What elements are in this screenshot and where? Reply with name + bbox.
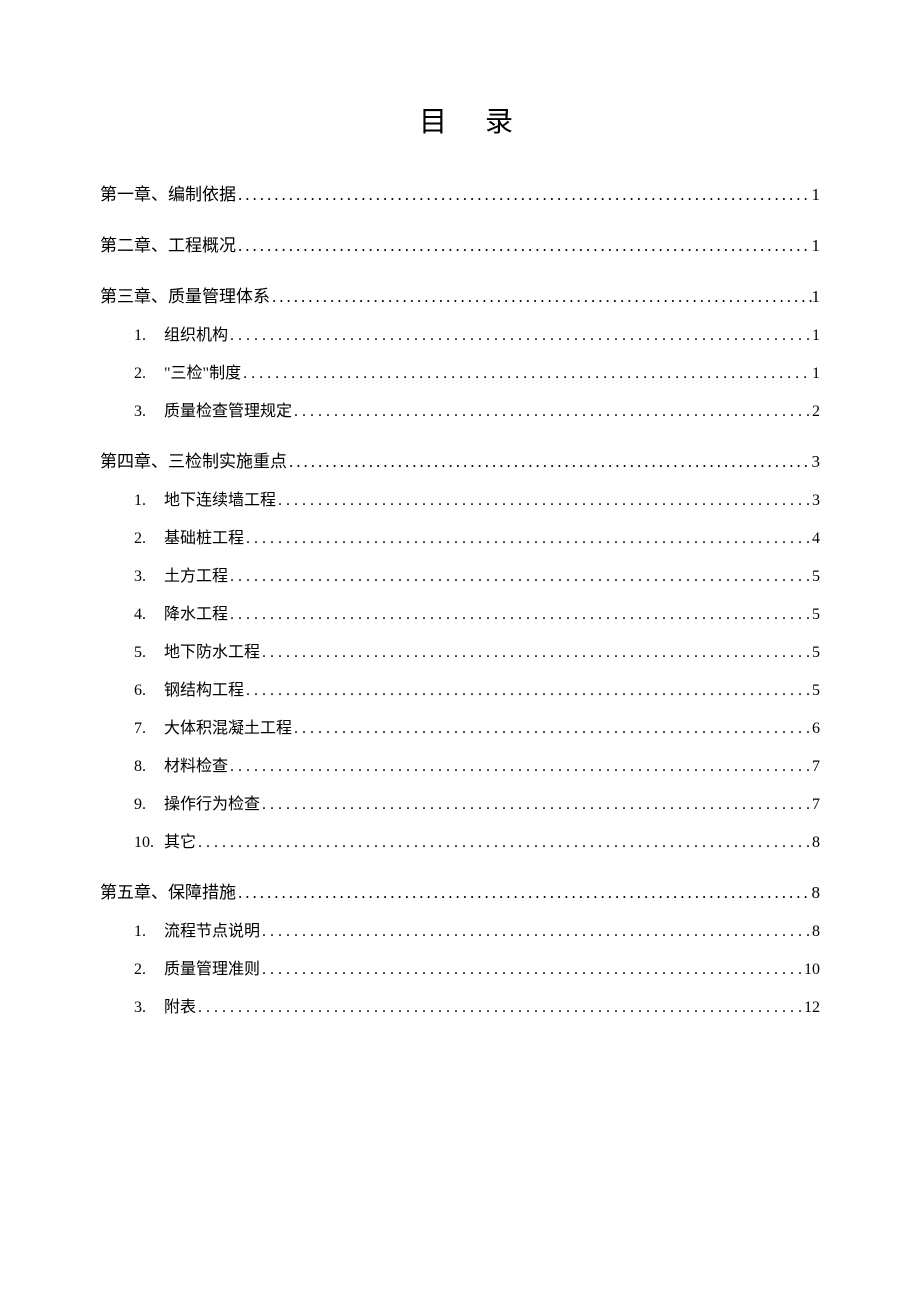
- page-title: 目录: [100, 100, 820, 140]
- toc-sub-label: 7. 大体积混凝土工程: [134, 714, 292, 738]
- toc-page-number: 8: [812, 923, 820, 941]
- toc-chapter-label: 第四章、三检制实施重点: [100, 447, 287, 472]
- toc-sub-label: 4. 降水工程: [134, 600, 228, 624]
- toc-sub-label: 10. 其它: [134, 828, 196, 852]
- toc-leader: [244, 682, 812, 700]
- toc-leader: [270, 287, 812, 307]
- toc-sub-label: 2. 基础桩工程: [134, 524, 244, 548]
- toc-page-number: 1: [812, 287, 821, 307]
- toc-sub-label: 2. "三检"制度: [134, 359, 241, 383]
- toc-sub-entry: 9. 操作行为检查 7: [100, 790, 820, 814]
- toc-chapter-entry: 第一章、编制依据 1: [100, 180, 820, 205]
- toc-leader: [241, 365, 812, 383]
- toc-page-number: 12: [804, 999, 820, 1017]
- toc-sub-label: 6. 钢结构工程: [134, 676, 244, 700]
- toc-leader: [196, 999, 804, 1017]
- toc-page-number: 2: [812, 403, 820, 421]
- toc-sub-label: 3. 质量检查管理规定: [134, 397, 292, 421]
- toc-sub-entry: 1. 流程节点说明 8: [100, 917, 820, 941]
- toc-sub-entry: 7. 大体积混凝土工程 6: [100, 714, 820, 738]
- toc-page-number: 1: [812, 327, 820, 345]
- toc-sub-label: 2. 质量管理准则: [134, 955, 260, 979]
- toc-sub-entry: 2. "三检"制度 1: [100, 359, 820, 383]
- toc-leader: [236, 185, 812, 205]
- toc-leader: [292, 720, 812, 738]
- table-of-contents: 第一章、编制依据 1 第二章、工程概况 1 第三章、质量管理体系 1 1. 组织…: [100, 180, 820, 1017]
- toc-leader: [276, 492, 812, 510]
- toc-sub-entry: 2. 质量管理准则 10: [100, 955, 820, 979]
- toc-page-number: 5: [812, 682, 820, 700]
- toc-page-number: 5: [812, 568, 820, 586]
- toc-page-number: 7: [812, 758, 820, 776]
- toc-chapter-label: 第五章、保障措施: [100, 878, 236, 903]
- toc-sub-entry: 10. 其它 8: [100, 828, 820, 852]
- toc-sub-label: 9. 操作行为检查: [134, 790, 260, 814]
- toc-page-number: 5: [812, 644, 820, 662]
- toc-page-number: 1: [812, 185, 821, 205]
- toc-sub-entry: 6. 钢结构工程 5: [100, 676, 820, 700]
- toc-leader: [228, 568, 812, 586]
- toc-leader: [260, 961, 804, 979]
- toc-page-number: 8: [812, 834, 820, 852]
- toc-leader: [228, 327, 812, 345]
- toc-chapter-label: 第一章、编制依据: [100, 180, 236, 205]
- toc-sub-label: 1. 地下连续墙工程: [134, 486, 276, 510]
- toc-chapter-label: 第三章、质量管理体系: [100, 282, 270, 307]
- toc-leader: [228, 758, 812, 776]
- toc-page-number: 1: [812, 236, 821, 256]
- toc-sub-entry: 3. 附表 12: [100, 993, 820, 1017]
- toc-page-number: 10: [804, 961, 820, 979]
- toc-leader: [260, 796, 812, 814]
- toc-leader: [236, 236, 812, 256]
- toc-leader: [236, 883, 812, 903]
- toc-leader: [244, 530, 812, 548]
- toc-sub-entry: 3. 土方工程 5: [100, 562, 820, 586]
- toc-page-number: 5: [812, 606, 820, 624]
- toc-leader: [260, 644, 812, 662]
- toc-sub-entry: 3. 质量检查管理规定 2: [100, 397, 820, 421]
- toc-leader: [260, 923, 812, 941]
- toc-sub-label: 3. 土方工程: [134, 562, 228, 586]
- toc-page-number: 3: [812, 452, 821, 472]
- toc-page-number: 8: [812, 883, 821, 903]
- toc-sub-entry: 5. 地下防水工程 5: [100, 638, 820, 662]
- toc-chapter-label: 第二章、工程概况: [100, 231, 236, 256]
- toc-page-number: 7: [812, 796, 820, 814]
- toc-sub-entry: 1. 组织机构 1: [100, 321, 820, 345]
- toc-chapter-entry: 第三章、质量管理体系 1: [100, 282, 820, 307]
- toc-leader: [228, 606, 812, 624]
- toc-sub-label: 1. 组织机构: [134, 321, 228, 345]
- toc-sub-entry: 4. 降水工程 5: [100, 600, 820, 624]
- toc-sub-entry: 2. 基础桩工程 4: [100, 524, 820, 548]
- toc-leader: [196, 834, 812, 852]
- toc-leader: [287, 452, 812, 472]
- toc-page-number: 1: [812, 365, 820, 383]
- toc-chapter-entry: 第二章、工程概况 1: [100, 231, 820, 256]
- toc-page-number: 3: [812, 492, 820, 510]
- toc-sub-label: 8. 材料检查: [134, 752, 228, 776]
- toc-page-number: 4: [812, 530, 820, 548]
- toc-sub-label: 5. 地下防水工程: [134, 638, 260, 662]
- toc-sub-entry: 1. 地下连续墙工程 3: [100, 486, 820, 510]
- toc-chapter-entry: 第四章、三检制实施重点 3: [100, 447, 820, 472]
- toc-sub-label: 3. 附表: [134, 993, 196, 1017]
- toc-sub-entry: 8. 材料检查 7: [100, 752, 820, 776]
- toc-leader: [292, 403, 812, 421]
- toc-page-number: 6: [812, 720, 820, 738]
- toc-chapter-entry: 第五章、保障措施 8: [100, 878, 820, 903]
- toc-sub-label: 1. 流程节点说明: [134, 917, 260, 941]
